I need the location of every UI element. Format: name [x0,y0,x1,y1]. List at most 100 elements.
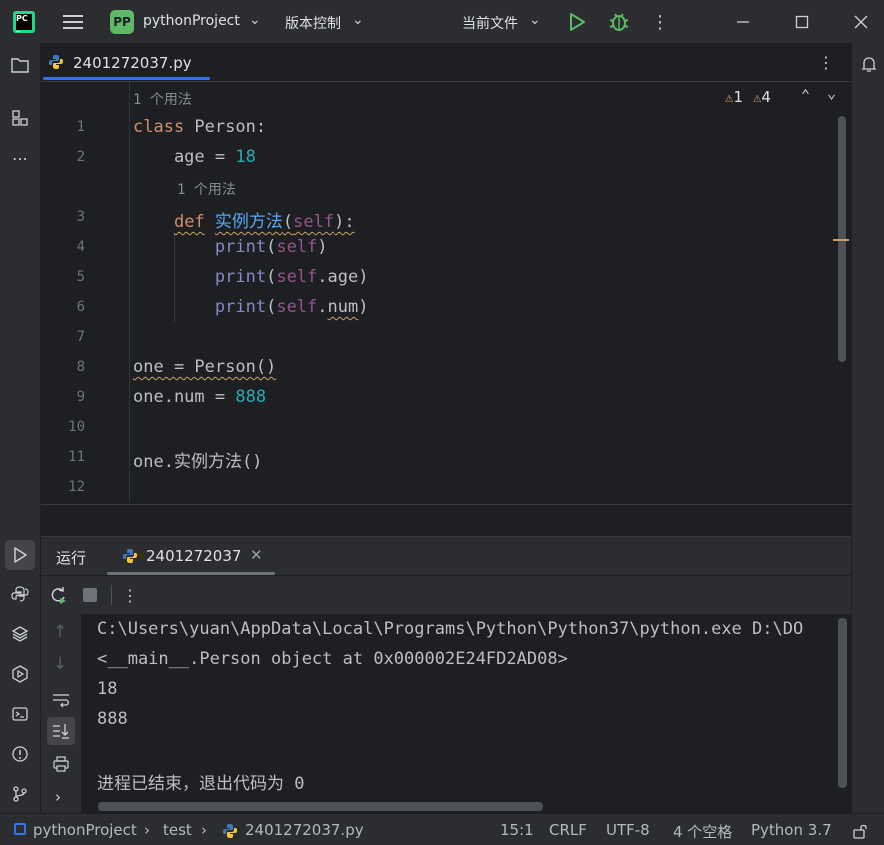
console-line: 888 [97,709,128,729]
line-number: 8 [76,359,85,375]
soft-wrap-icon[interactable] [49,688,73,712]
run-tool-window-header: 运行 2401272037 ✕ [41,536,851,575]
file-encoding[interactable]: UTF-8 [606,821,650,839]
line-number: 4 [76,239,85,255]
layers-icon[interactable] [8,622,32,646]
chevron-down-icon[interactable]: ⌄ [249,12,261,28]
caret-position[interactable]: 15:1 [500,821,534,839]
line-number: 1 [76,119,85,135]
main-menu-icon[interactable] [60,10,86,34]
chevron-down-icon[interactable]: ⌄ [529,12,541,28]
vcs-menu[interactable]: 版本控制 [285,13,341,33]
indent-setting[interactable]: 4 个空格 [673,821,732,842]
console-side-toolbar: ↑ ↓ › [41,614,81,813]
code-line-9: one.num = 888 [133,387,267,407]
line-number: 10 [68,419,85,435]
breadcrumb-project[interactable]: pythonProject [33,821,137,839]
more-options-icon[interactable]: ⋮ [120,584,140,606]
python-file-icon [47,53,65,71]
line-separator[interactable]: CRLF [549,821,587,839]
right-tool-strip [851,43,884,813]
project-name[interactable]: pythonProject [143,13,240,29]
code-line-1: class Person: [133,117,267,137]
more-tools-icon[interactable]: ⋯ [8,146,32,170]
breadcrumb-separator: › [144,821,150,839]
editor-tab[interactable]: 2401272037.py [41,43,211,81]
code-line-8: one = Person() [133,357,277,377]
left-tool-strip: ⋯ [0,43,41,813]
warning-stripe-marker[interactable] [833,239,849,241]
code-line-4: print(self) [214,237,328,257]
maximize-icon[interactable] [787,10,817,34]
debug-icon[interactable] [607,10,631,34]
active-tab-indicator [43,77,210,80]
terminal-icon[interactable] [8,702,32,726]
console-output[interactable]: C:\Users\yuan\AppData\Local\Programs\Pyt… [81,614,851,813]
chevron-down-icon[interactable]: ⌄ [827,84,836,102]
console-v-scrollbar[interactable] [838,618,847,788]
run-tab-label: 2401272037 [146,547,242,565]
rerun-icon[interactable] [47,584,69,606]
breadcrumb-folder[interactable]: test [163,821,192,839]
pycharm-logo-icon[interactable]: PC _ [13,11,35,33]
print-icon[interactable] [49,752,73,776]
breadcrumb-file[interactable]: 2401272037.py [245,821,364,839]
tab-options-icon[interactable]: ⋮ [816,51,836,73]
python-console-icon[interactable] [8,582,32,606]
usage-hint[interactable]: 1 个用法 [177,179,236,199]
problems-icon[interactable] [8,742,32,766]
console-h-scrollbar[interactable] [98,802,543,811]
run-icon[interactable] [565,10,589,34]
code-line-3: def 实例方法(self): [173,212,355,232]
status-bar: pythonProject › test › 2401272037.py 15:… [0,813,884,845]
chevron-up-icon[interactable]: ⌃ [801,86,810,104]
usage-hint[interactable]: 1 个用法 [133,89,192,109]
code-line-6: print(self.num) [214,297,369,317]
notifications-icon[interactable] [858,53,880,75]
toolbar-divider [111,585,112,605]
close-icon[interactable] [846,10,876,34]
console-line: 18 [97,679,118,699]
arrow-down-icon[interactable]: ↓ [53,654,67,674]
run-config-selector[interactable]: 当前文件 [462,13,518,33]
code-editor[interactable]: 1 个用法 ⚠1 ⚠4 ⌃ ⌄ 1 2 3 4 5 6 7 8 9 10 11 1… [41,82,851,505]
minimize-icon[interactable] [728,10,758,34]
title-bar: PC _ PP pythonProject ⌄ 版本控制 ⌄ 当前文件 ⌄ ⋮ [0,0,884,44]
run-tool-icon[interactable] [5,540,35,570]
console-line: <__main__.Person object at 0x000002E24FD… [97,649,568,669]
scroll-to-end-icon[interactable] [47,717,75,745]
services-icon[interactable] [8,662,32,686]
console-line: C:\Users\yuan\AppData\Local\Programs\Pyt… [97,619,804,639]
breadcrumb-separator: › [201,821,207,839]
run-tab[interactable]: 2401272037 ✕ [107,537,275,575]
run-title: 运行 [56,549,87,567]
lock-icon[interactable] [850,821,870,841]
interpreter[interactable]: Python 3.7 [751,821,832,839]
code-line-5: print(self.age) [214,267,369,287]
line-number: 11 [68,449,85,465]
module-icon [14,823,26,835]
line-number: 12 [68,479,85,495]
editor-tab-bar: 2401272037.py ⋮ [41,43,851,82]
chevron-down-icon[interactable]: ⌄ [352,12,364,28]
line-number: 5 [76,269,85,285]
close-tab-icon[interactable]: ✕ [250,546,263,564]
stop-icon[interactable] [83,588,97,602]
structure-icon[interactable] [8,106,32,130]
python-file-icon [121,547,139,565]
error-count: 1 [733,88,743,106]
line-number: 7 [76,329,85,345]
arrow-up-icon[interactable]: ↑ [53,622,67,642]
editor-bottom-border [41,504,851,505]
more-actions-icon[interactable]: ⋮ [650,10,670,34]
code-line-2: age = 18 [133,147,256,167]
git-icon[interactable] [8,782,32,806]
line-number: 2 [76,149,85,165]
console-line: 进程已结束，退出代码为 0 [97,774,305,794]
folder-icon[interactable] [8,53,32,77]
tab-label: 2401272037.py [73,54,192,72]
expand-chevron-icon[interactable]: › [55,788,61,806]
project-badge[interactable]: PP [110,10,134,34]
inspection-widget[interactable]: ⚠1 ⚠4 [725,88,771,108]
code-line-11: one.实例方法() [133,452,263,472]
